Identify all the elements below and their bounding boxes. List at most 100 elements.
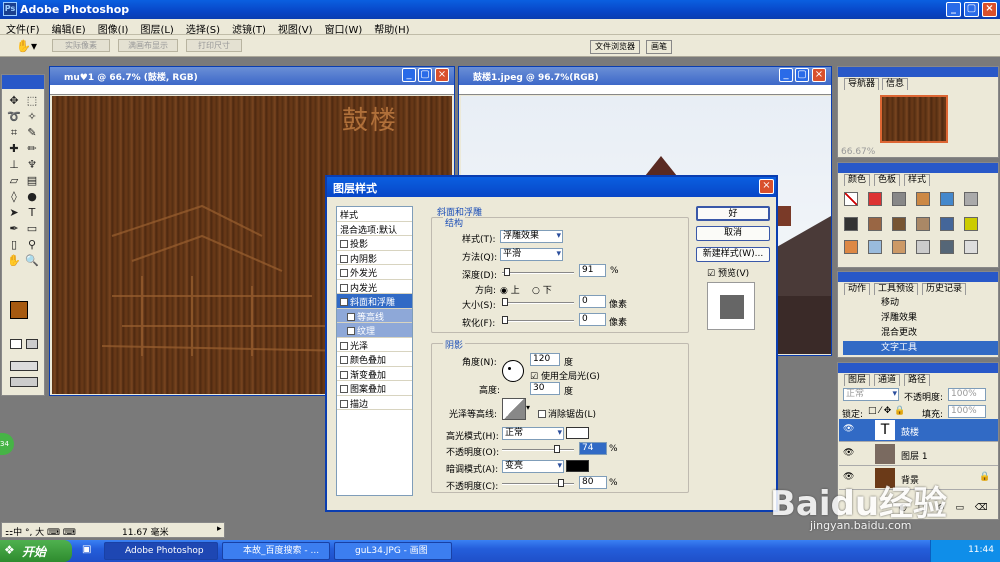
lock-icons[interactable]: □ ⁄ ✥ 🔒 xyxy=(868,406,905,416)
eraser-tool-icon[interactable]: ▱ xyxy=(5,173,23,189)
task-photoshop[interactable]: Adobe Photoshop xyxy=(104,542,218,560)
angle-dial[interactable] xyxy=(502,360,524,382)
history-tab[interactable]: 历史记录 xyxy=(922,283,967,295)
pattern-overlay-checkbox[interactable] xyxy=(340,385,348,393)
visibility-eye-icon[interactable]: 👁 xyxy=(843,424,854,434)
style-select[interactable]: 浮雕效果 xyxy=(500,230,563,243)
jump-to-imageready-icon[interactable] xyxy=(10,377,38,387)
highlight-opacity-knob[interactable] xyxy=(554,445,560,453)
highlight-mode-select[interactable]: 正常 xyxy=(502,427,564,440)
style-swatch[interactable] xyxy=(868,192,882,206)
stroke-checkbox[interactable] xyxy=(340,399,348,408)
history-brush-icon[interactable]: ♆ xyxy=(23,157,41,173)
direction-down-radio[interactable]: ○ 下 xyxy=(532,283,552,296)
actions-tab[interactable]: 动作 xyxy=(844,283,871,295)
standard-mode-icon[interactable] xyxy=(10,339,22,349)
dodge-tool-icon[interactable]: ● xyxy=(23,189,41,205)
contour-checkbox[interactable] xyxy=(347,312,355,321)
history-item-type[interactable]: 文字工具 xyxy=(843,341,998,355)
hand-tool-icon[interactable]: ✋ xyxy=(5,253,23,269)
soften-slider-knob[interactable] xyxy=(502,316,508,324)
tool-presets-tab[interactable]: 工具预设 xyxy=(874,283,919,295)
technique-select[interactable]: 平滑 xyxy=(500,248,563,261)
style-swatch[interactable] xyxy=(844,240,858,254)
doc1-close-button[interactable]: × xyxy=(435,68,449,82)
healing-tool-icon[interactable]: ✚ xyxy=(5,141,23,157)
highlight-opacity-input[interactable]: 74 xyxy=(579,442,607,455)
lasso-tool-icon[interactable]: ➰ xyxy=(5,109,23,125)
depth-slider-knob[interactable] xyxy=(504,268,510,276)
doc1-maximize-button[interactable]: ▢ xyxy=(418,68,432,82)
style-swatch[interactable] xyxy=(892,192,906,206)
color-overlay-checkbox[interactable] xyxy=(340,356,348,364)
depth-slider[interactable] xyxy=(502,268,574,276)
effects-list-stroke[interactable]: 描边 xyxy=(337,396,412,410)
gloss-contour-dropdown-icon[interactable]: ▾ xyxy=(526,403,530,412)
highlight-color-swatch[interactable] xyxy=(566,427,589,439)
style-swatch[interactable] xyxy=(964,240,978,254)
soften-input[interactable]: 0 xyxy=(579,313,606,326)
gradient-tool-icon[interactable]: ▤ xyxy=(23,173,41,189)
styles-tab[interactable]: 样式 xyxy=(904,174,931,186)
altitude-input[interactable]: 30 xyxy=(530,382,560,395)
effects-list-blending[interactable]: 混合选项:默认 xyxy=(337,222,412,236)
drop-shadow-checkbox[interactable] xyxy=(340,240,348,248)
quick-launch-icon[interactable]: ▣ xyxy=(82,544,91,555)
crop-tool-icon[interactable]: ⌗ xyxy=(5,125,23,141)
direction-up-radio[interactable]: ◉ 上 xyxy=(500,283,520,296)
quickmask-mode-icon[interactable] xyxy=(26,339,38,349)
brush-tool-icon[interactable]: ✏ xyxy=(23,141,41,157)
blur-tool-icon[interactable]: ◊ xyxy=(5,189,23,205)
eyedropper-icon[interactable]: ⚲ xyxy=(23,237,41,253)
style-swatch[interactable] xyxy=(892,240,906,254)
hand-tool-icon[interactable]: ✋▾ xyxy=(16,39,37,53)
angle-input[interactable]: 120 xyxy=(530,353,560,366)
effects-list-pattern-overlay[interactable]: 图案叠加 xyxy=(337,381,412,396)
path-select-icon[interactable]: ➤ xyxy=(5,205,23,221)
style-swatch[interactable] xyxy=(940,217,954,231)
status-arrow-icon[interactable]: ▸ xyxy=(217,524,222,534)
file-browser-tab[interactable]: 文件浏览器 xyxy=(590,40,640,54)
print-size-button[interactable]: 打印尺寸 xyxy=(186,39,242,52)
size-slider-knob[interactable] xyxy=(502,298,508,306)
effects-list-drop-shadow[interactable]: 投影 xyxy=(337,236,412,251)
shadow-color-swatch[interactable] xyxy=(566,460,589,472)
effects-list-color-overlay[interactable]: 颜色叠加 xyxy=(337,352,412,367)
antialias-checkbox[interactable]: 消除锯齿(L) xyxy=(538,407,596,420)
style-swatch[interactable] xyxy=(940,240,954,254)
magic-wand-icon[interactable]: ✧ xyxy=(23,109,41,125)
effects-list-outer-glow[interactable]: 外发光 xyxy=(337,265,412,280)
effects-list-inner-shadow[interactable]: 内阴影 xyxy=(337,251,412,265)
dialog-close-button[interactable]: × xyxy=(759,179,774,194)
style-swatch[interactable] xyxy=(868,217,882,231)
layers-tab[interactable]: 图层 xyxy=(844,374,871,386)
depth-input[interactable]: 91 xyxy=(579,264,606,277)
shadow-opacity-slider[interactable] xyxy=(502,479,574,487)
pen-tool-icon[interactable]: ✒ xyxy=(5,221,23,237)
preview-checkbox[interactable]: ☑ 预览(V) xyxy=(707,266,749,279)
brushes-tab[interactable]: 画笔 xyxy=(646,40,672,54)
history-item-move[interactable]: 移动 xyxy=(843,296,998,310)
soften-slider[interactable] xyxy=(502,316,574,324)
doc2-close-button[interactable]: × xyxy=(812,68,826,82)
style-swatch[interactable] xyxy=(916,240,930,254)
fit-screen-button[interactable]: 满画布显示 xyxy=(118,39,178,52)
size-input[interactable]: 0 xyxy=(579,295,606,308)
close-button[interactable]: × xyxy=(982,2,997,17)
history-item-emboss[interactable]: 浮雕效果 xyxy=(843,311,998,325)
effects-list-styles[interactable]: 样式 xyxy=(337,207,412,222)
outer-glow-checkbox[interactable] xyxy=(340,269,348,277)
effects-list-bevel-emboss[interactable]: 斜面和浮雕 xyxy=(337,294,412,309)
effects-list-texture[interactable]: 纹理 xyxy=(337,323,412,338)
global-light-checkbox[interactable]: ☑ 使用全局光(G) xyxy=(530,369,600,382)
gloss-contour-picker[interactable] xyxy=(502,398,526,420)
style-swatch[interactable] xyxy=(892,217,906,231)
swatches-tab[interactable]: 色板 xyxy=(874,174,901,186)
style-swatch[interactable] xyxy=(916,217,930,231)
actual-pixels-button[interactable]: 实际像素 xyxy=(52,39,110,52)
highlight-opacity-slider[interactable] xyxy=(502,445,574,453)
type-tool-icon[interactable]: T xyxy=(23,205,41,221)
move-tool-icon[interactable]: ✥ xyxy=(5,93,23,109)
start-button[interactable]: ❖ 开始 xyxy=(0,540,72,562)
foreground-color[interactable] xyxy=(10,301,28,319)
